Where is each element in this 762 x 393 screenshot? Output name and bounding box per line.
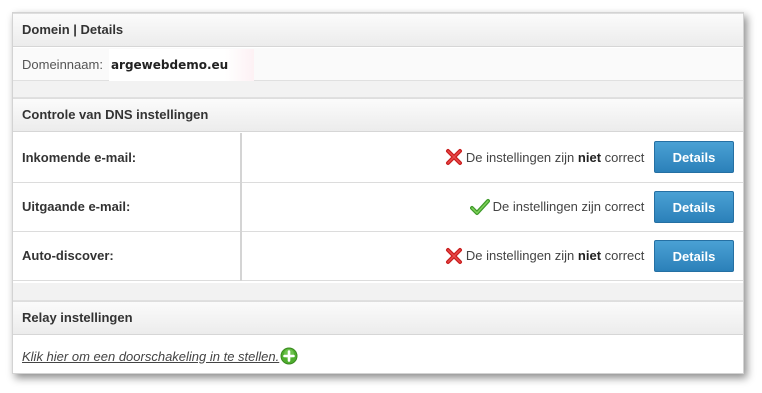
add-circle-icon[interactable] (280, 347, 298, 365)
dns-row-name: Inkomende e-mail: (13, 133, 242, 183)
table-row: Inkomende e-mail: De instellingen zijn n… (13, 133, 743, 183)
dns-check-table: Inkomende e-mail: De instellingen zijn n… (13, 133, 743, 281)
status-text: De instellingen zijn niet correct (465, 149, 645, 165)
dns-section-title: Controle van DNS instellingen (22, 107, 209, 122)
red-x-icon (445, 247, 462, 264)
green-check-icon (469, 198, 490, 215)
relay-link-text[interactable]: Klik hier om een doorschakeling in te st… (22, 349, 279, 364)
relay-section-title: Relay instellingen (22, 310, 133, 325)
status-text: De instellingen zijn correct (492, 199, 645, 214)
relay-section-header: Relay instellingen (13, 301, 743, 335)
dns-row-name: Auto-discover: (13, 231, 242, 281)
dns-row-name: Uitgaande e-mail: (13, 182, 242, 232)
red-x-icon (445, 149, 462, 166)
details-button[interactable]: Details (654, 239, 734, 272)
dns-row-status: De instellingen zijn correct Details (241, 182, 743, 232)
details-button[interactable]: Details (654, 141, 734, 174)
section-spacer (13, 283, 743, 301)
status-text: De instellingen zijn niet correct (465, 248, 645, 263)
domain-section-title: Domein | Details (22, 22, 124, 37)
domain-section-header: Domein | Details (13, 13, 743, 47)
domain-name-row: Domeinnaam: argewebdemo.eu (13, 48, 743, 82)
domain-name-value: argewebdemo.eu (108, 49, 255, 82)
domain-name-label: Domeinnaam: (22, 57, 103, 72)
dns-row-status: De instellingen zijn niet correct Detail… (241, 231, 743, 281)
table-row: Auto-discover: De instellingen zijn niet… (13, 231, 743, 281)
add-relay-link[interactable]: Klik hier om een doorschakeling in te st… (22, 347, 298, 365)
section-spacer (13, 81, 743, 98)
dns-row-status: De instellingen zijn niet correct Detail… (241, 133, 743, 183)
details-button[interactable]: Details (654, 190, 734, 223)
table-row: Uitgaande e-mail: De instellingen zijn c… (13, 182, 743, 232)
domain-details-panel: Domein | Details Domeinnaam: argewebdemo.… (12, 12, 744, 374)
dns-section-header: Controle van DNS instellingen (13, 98, 743, 132)
